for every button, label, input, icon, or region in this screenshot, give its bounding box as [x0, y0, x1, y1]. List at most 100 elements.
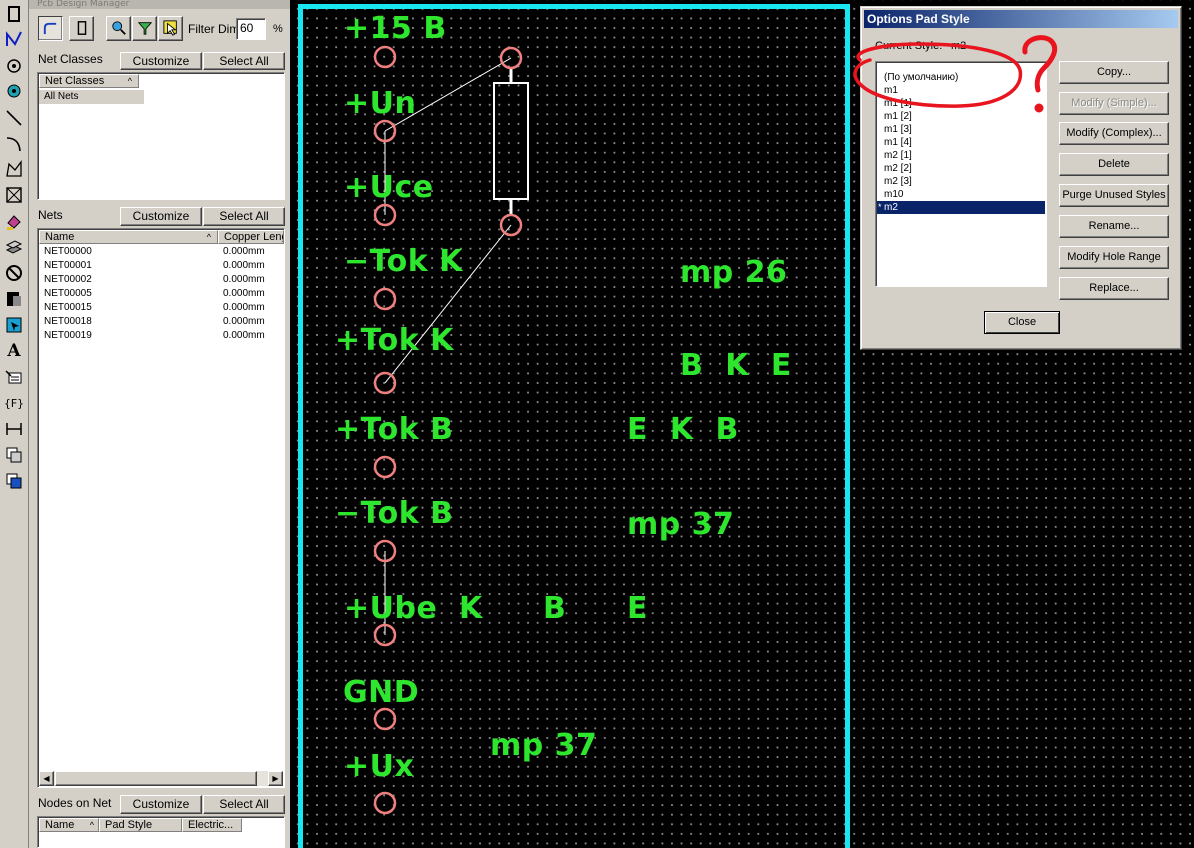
text-tool-icon[interactable]: A: [3, 340, 25, 362]
label-ux[interactable]: +Ux: [344, 752, 414, 782]
nodes-select-all-button[interactable]: Select All: [203, 795, 285, 814]
nets-list[interactable]: Name ^ Copper Leng NET00000 0.000mm NET000…: [37, 228, 285, 788]
label-mp37-a[interactable]: mp 37: [627, 510, 734, 540]
net-classes-customize-button[interactable]: Customize: [120, 52, 202, 70]
pad-style-item[interactable]: m1 [2]: [877, 110, 1045, 123]
label-un[interactable]: +Un: [344, 89, 416, 119]
manager-title[interactable]: Pcb Design Manager: [29, 0, 290, 9]
pad-style-name: m2 [3]: [884, 176, 912, 187]
zoom-icon: [111, 21, 126, 35]
copy-button[interactable]: Copy...: [1059, 61, 1169, 84]
close-button[interactable]: Close: [984, 311, 1060, 334]
pad-style-item[interactable]: m1 [1]: [877, 97, 1045, 110]
scroll-thumb[interactable]: [55, 771, 257, 786]
net-name: NET00018: [44, 316, 92, 327]
rename-button[interactable]: Rename...: [1059, 215, 1169, 238]
net-classes-list[interactable]: Net Classes ^ All Nets: [37, 72, 285, 200]
pad-style-item[interactable]: m1 [3]: [877, 123, 1045, 136]
attribute-tool-icon[interactable]: [3, 366, 25, 388]
pad-style-item[interactable]: m2 [1]: [877, 149, 1045, 162]
layer-tool-icon[interactable]: [3, 236, 25, 258]
net-name: NET00005: [44, 288, 92, 299]
label-mp37-b[interactable]: mp 37: [490, 731, 597, 761]
filter-dim-input[interactable]: 60: [236, 18, 266, 40]
scroll-left-icon[interactable]: ◀: [39, 771, 54, 786]
layer-stack2-tool-icon[interactable]: [3, 470, 25, 492]
label-ube-k[interactable]: K: [459, 594, 483, 624]
label-gnd[interactable]: GND: [343, 678, 419, 708]
nets-select-all-button[interactable]: Select All: [203, 207, 285, 226]
select-tool-icon[interactable]: [3, 3, 25, 25]
pad-style-name: m10: [884, 189, 904, 200]
net-class-row[interactable]: All Nets: [39, 90, 144, 104]
nets-copper-header[interactable]: Copper Leng: [218, 230, 284, 244]
label-tok-b-neg[interactable]: −Tok B: [335, 499, 454, 529]
nodes-electric-header[interactable]: Electric...: [182, 818, 242, 832]
label-ube[interactable]: +Ube: [344, 594, 437, 624]
label-tok-k-pos[interactable]: +Tok K: [335, 326, 454, 356]
label-15b[interactable]: +15 B: [344, 14, 447, 44]
label-bke[interactable]: B K E: [680, 351, 792, 381]
net-classes-select-all-button[interactable]: Select All: [203, 52, 285, 70]
modify-complex-button[interactable]: Modify (Complex)...: [1059, 122, 1169, 145]
line-tool-icon[interactable]: [3, 107, 25, 129]
pad-style-list[interactable]: (По умолчанию) m1 m1 [1] m1 [2] m1 [3] m1 [4]…: [875, 61, 1047, 287]
nets-hscrollbar[interactable]: ◀ ▶: [39, 771, 283, 786]
copper-tool-icon[interactable]: [3, 288, 25, 310]
pad-style-name: m1: [884, 85, 898, 96]
current-style-value: m2: [951, 40, 967, 52]
dimension-tool-icon[interactable]: [3, 418, 25, 440]
label-tok-b-pos[interactable]: +Tok B: [335, 415, 454, 445]
purge-unused-styles-button[interactable]: Purge Unused Styles: [1059, 184, 1169, 207]
label-mp26[interactable]: mp 26: [680, 258, 787, 288]
route-tool-icon[interactable]: [3, 28, 25, 50]
label-ekb[interactable]: E K B: [627, 415, 739, 445]
zoom-button[interactable]: [106, 16, 131, 41]
polygon-tool-icon[interactable]: [3, 158, 25, 180]
nodes-pad-header[interactable]: Pad Style: [99, 818, 182, 832]
layer-stack-tool-icon[interactable]: [3, 444, 25, 466]
pad-tool-icon[interactable]: [3, 55, 25, 77]
pad-style-name: m1 [3]: [884, 124, 912, 135]
nodes-on-net-label: Nodes on Net: [38, 796, 112, 810]
label-ube-b[interactable]: B: [543, 594, 566, 624]
dialog-title[interactable]: Options Pad Style: [864, 10, 1178, 28]
fill-tool-icon[interactable]: [3, 211, 25, 233]
pad-style-item[interactable]: (По умолчанию): [877, 71, 1045, 84]
filter-button[interactable]: [132, 16, 157, 41]
field-tool-icon[interactable]: {F}: [3, 392, 25, 414]
nets-name-header[interactable]: Name ^: [39, 230, 218, 244]
modify-hole-range-button[interactable]: Modify Hole Range: [1059, 246, 1169, 269]
pad-style-item[interactable]: m2 [2]: [877, 162, 1045, 175]
net-name: NET00001: [44, 260, 92, 271]
pad-style-item[interactable]: m1 [4]: [877, 136, 1045, 149]
nodes-customize-button[interactable]: Customize: [120, 795, 202, 814]
rect-tool-icon[interactable]: [3, 184, 25, 206]
select-filter-button[interactable]: [158, 16, 183, 41]
net-copper-length: 0.000mm: [223, 274, 265, 285]
component-button[interactable]: [69, 16, 94, 41]
net-copper-length: 0.000mm: [223, 330, 265, 341]
label-uce[interactable]: +Uce: [344, 173, 434, 203]
pad-style-name: m2: [884, 202, 898, 213]
sort-arrow-icon: ^: [206, 232, 211, 242]
scroll-right-icon[interactable]: ▶: [268, 771, 283, 786]
nodes-list[interactable]: Name ^ Pad Style Electric...: [37, 816, 285, 848]
pad-style-item[interactable]: m2 [3]: [877, 175, 1045, 188]
nodes-name-header[interactable]: Name ^: [39, 818, 99, 832]
pad-style-item[interactable]: m1: [877, 84, 1045, 97]
pad-style-item[interactable]: m10: [877, 188, 1045, 201]
nets-customize-button[interactable]: Customize: [120, 207, 202, 226]
pad-style-item[interactable]: * m2: [877, 201, 1045, 214]
route-mode-button[interactable]: [38, 16, 63, 41]
replace-button[interactable]: Replace...: [1059, 277, 1169, 300]
copper-pour-tool-icon[interactable]: [3, 314, 25, 336]
keepout-tool-icon[interactable]: [3, 262, 25, 284]
label-ube-e[interactable]: E: [627, 594, 648, 624]
arc-tool-icon[interactable]: [3, 133, 25, 155]
net-classes-header[interactable]: Net Classes ^: [39, 74, 139, 88]
label-tok-k-neg[interactable]: −Tok K: [344, 247, 463, 277]
via-tool-icon[interactable]: [3, 80, 25, 102]
delete-button[interactable]: Delete: [1059, 153, 1169, 176]
net-name: NET00000: [44, 246, 92, 257]
